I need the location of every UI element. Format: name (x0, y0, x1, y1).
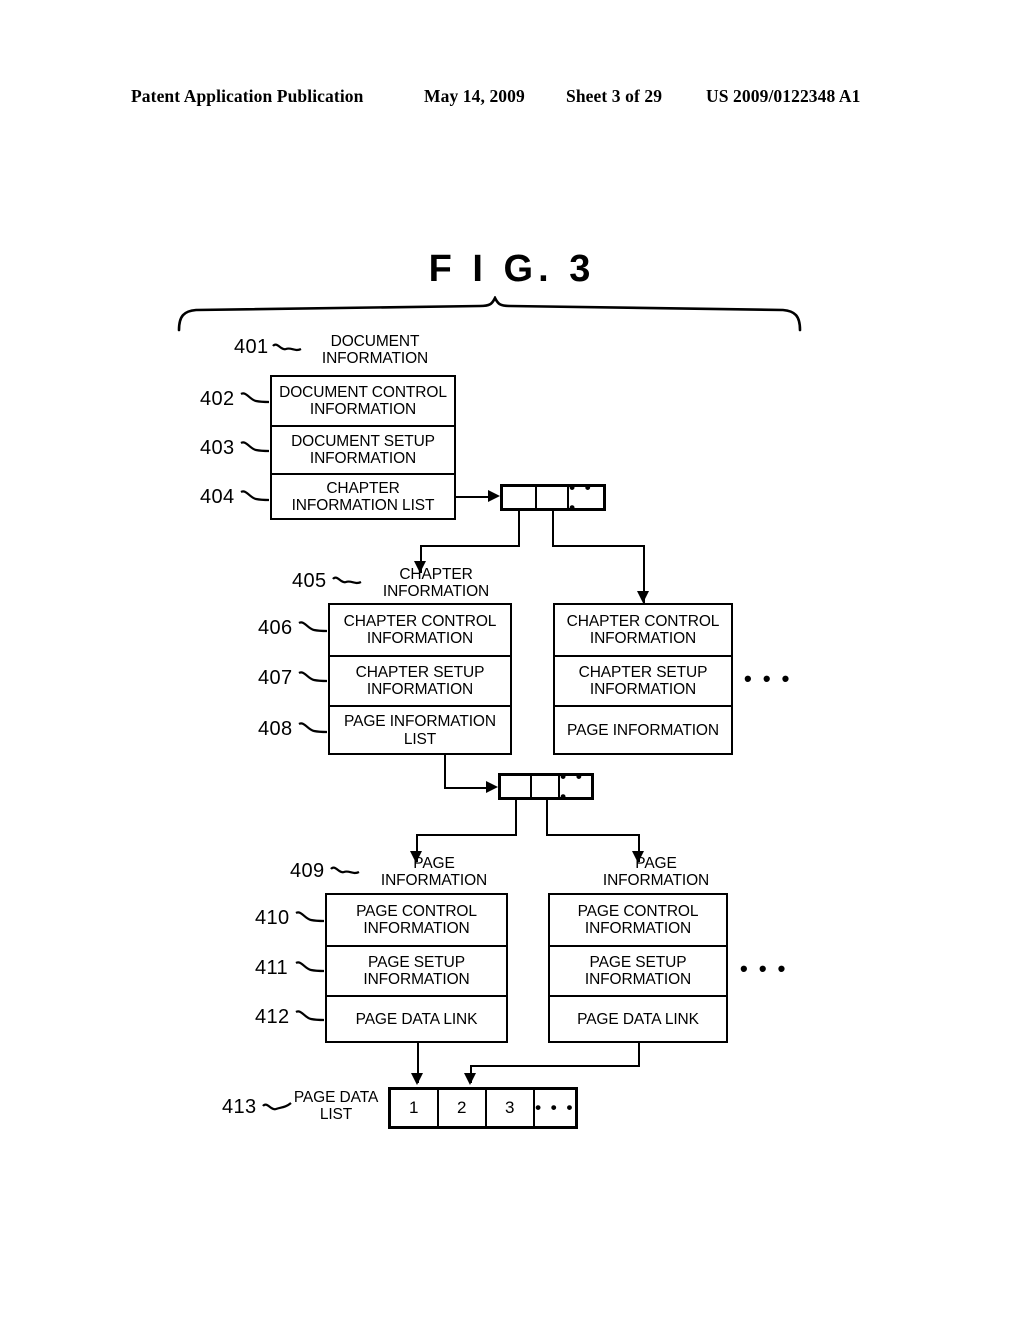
ref-405: 405 (292, 570, 327, 592)
chapter-link-1-horizontal (420, 545, 520, 547)
page-list-cell-more: • • • (560, 766, 585, 806)
document-information-box: DOCUMENT CONTROL INFORMATION DOCUMENT SE… (270, 375, 456, 520)
chapter-link-2-stub (552, 511, 554, 545)
ref-408: 408 (258, 718, 293, 740)
caption-page-data-list: PAGE DATA LIST (293, 1089, 379, 1124)
page-information-box-sibling: PAGE CONTROL INFORMATION PAGE SETUP INFO… (548, 893, 728, 1043)
page-header: Patent Application Publication May 14, 2… (0, 86, 1024, 112)
page-link-1-stub (515, 800, 517, 834)
leader-squiggle-408 (298, 722, 328, 734)
chapter-information-box: CHAPTER CONTROL INFORMATION CHAPTER SETU… (328, 603, 512, 755)
ref-406: 406 (258, 617, 293, 639)
link-doc-to-chapter-list (456, 496, 488, 498)
page-more-ellipsis: • • • (740, 956, 788, 981)
figure-title: F I G. 3 (428, 248, 596, 290)
row-page-information-list: PAGE INFORMATION LIST (330, 705, 510, 754)
page-list-cell-2 (532, 776, 561, 797)
page-link-2-stub (546, 800, 548, 834)
page-information-box: PAGE CONTROL INFORMATION PAGE SETUP INFO… (325, 893, 508, 1043)
ref-409: 409 (290, 860, 325, 882)
link-chapter-to-page-list-stub (444, 755, 446, 787)
row-page-data-link-sibling: PAGE DATA LINK (550, 995, 726, 1042)
caption-document-information: DOCUMENT INFORMATION (321, 333, 429, 368)
arrowhead-doc-to-chapter-list (488, 490, 500, 502)
header-publication: Patent Application Publication (131, 86, 364, 106)
leader-squiggle-406 (298, 621, 328, 633)
ref-412: 412 (255, 1006, 290, 1028)
top-curly-brace (177, 296, 802, 332)
ref-413: 413 (222, 1096, 257, 1118)
arrowhead-page-data-1 (411, 1073, 423, 1085)
page-data-list-node: 1 2 3 • • • (388, 1087, 578, 1129)
caption-page-information: PAGE INFORMATION (380, 855, 488, 890)
row-chapter-control-information-sibling: CHAPTER CONTROL INFORMATION (566, 612, 720, 647)
ref-410: 410 (255, 907, 290, 929)
header-date: May 14, 2009 (424, 86, 525, 106)
leader-squiggle-402 (240, 392, 270, 404)
arrowhead-chapter-2 (637, 591, 649, 603)
leader-squiggle-411 (295, 961, 325, 973)
page-link-2-horizontal (546, 834, 638, 836)
page-data-cell-2: 2 (439, 1090, 487, 1126)
row-chapter-setup-information-sibling: CHAPTER SETUP INFORMATION (555, 655, 731, 705)
arrowhead-page-data-2 (464, 1073, 476, 1085)
page-data-cell-more: • • • (535, 1098, 575, 1117)
leader-squiggle-401 (272, 343, 302, 352)
leader-squiggle-407 (298, 671, 328, 683)
ref-407: 407 (258, 667, 293, 689)
ref-402: 402 (200, 388, 235, 410)
chapter-information-box-sibling: CHAPTER CONTROL INFORMATION CHAPTER SETU… (553, 603, 733, 755)
row-page-setup-information-sibling: PAGE SETUP INFORMATION (550, 945, 726, 995)
page-data-cell-3: 3 (487, 1090, 535, 1126)
ref-404: 404 (200, 486, 235, 508)
page-data-cell-1: 1 (391, 1090, 439, 1126)
page-data-link-2-stub (638, 1043, 640, 1065)
row-chapter-information-list: CHAPTER INFORMATION LIST (272, 473, 454, 519)
ref-403: 403 (200, 437, 235, 459)
caption-page-information-sibling: PAGE INFORMATION (602, 855, 710, 890)
leader-squiggle-403 (240, 441, 270, 453)
chapter-link-1-stub (518, 511, 520, 545)
row-chapter-setup-information: CHAPTER SETUP INFORMATION (330, 655, 510, 705)
ref-411: 411 (255, 957, 289, 979)
leader-squiggle-410 (295, 911, 325, 923)
chapter-link-2-horizontal (552, 545, 643, 547)
leader-squiggle-404 (240, 490, 270, 502)
chapter-list-cell-more: • • • (569, 477, 594, 517)
row-page-setup-information: PAGE SETUP INFORMATION (327, 945, 506, 995)
patent-figure-page: Patent Application Publication May 14, 2… (0, 0, 1024, 1320)
row-document-setup-information: DOCUMENT SETUP INFORMATION (272, 425, 454, 473)
header-sheet: Sheet 3 of 29 (566, 86, 663, 106)
row-document-control-information: DOCUMENT CONTROL INFORMATION (279, 383, 447, 418)
chapter-more-ellipsis: • • • (744, 666, 792, 691)
row-page-data-link: PAGE DATA LINK (327, 995, 506, 1042)
arrowhead-chapter-to-page-list (486, 781, 498, 793)
row-page-control-information-sibling: PAGE CONTROL INFORMATION (577, 902, 699, 937)
row-page-control-information: PAGE CONTROL INFORMATION (356, 902, 477, 937)
row-page-information-sibling: PAGE INFORMATION (555, 705, 731, 754)
page-information-list-node: • • • (498, 766, 594, 806)
chapter-list-cell-1 (503, 487, 537, 508)
header-patent-number: US 2009/0122348 A1 (706, 86, 861, 106)
leader-squiggle-412 (295, 1010, 325, 1022)
caption-chapter-information: CHAPTER INFORMATION (382, 566, 490, 601)
page-list-cell-1 (501, 776, 532, 797)
chapter-list-cell-2 (537, 487, 570, 508)
page-link-1-horizontal (416, 834, 517, 836)
link-chapter-to-page-list-horizontal (444, 787, 486, 789)
chapter-information-list-node: • • • (500, 477, 606, 517)
row-chapter-control-information: CHAPTER CONTROL INFORMATION (343, 612, 497, 647)
page-data-link-2-horizontal (470, 1065, 640, 1067)
ref-401: 401 (234, 336, 269, 358)
